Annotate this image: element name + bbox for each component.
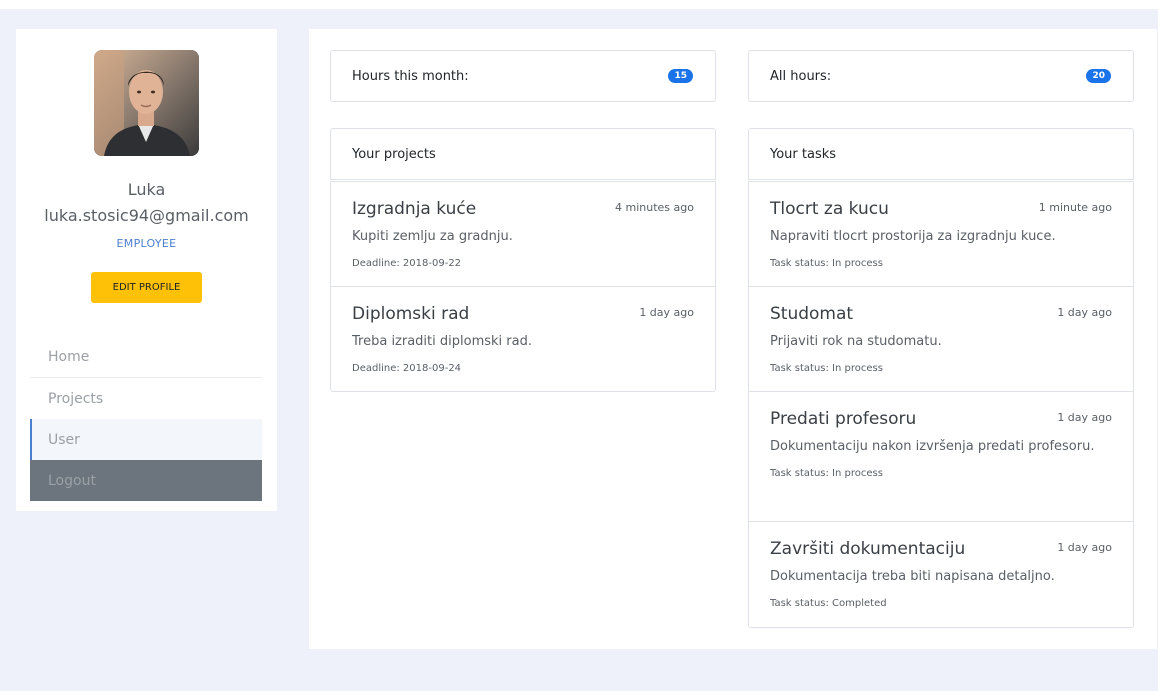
sidebar: Luka luka.stosic94@gmail.com EMPLOYEE ED… — [16, 29, 277, 511]
hours-this-month-badge: 15 — [668, 69, 693, 83]
task-status: Task status: In process — [770, 468, 883, 479]
user-role: EMPLOYEE — [116, 237, 177, 250]
task-status: Task status: In process — [770, 258, 883, 269]
sidebar-item-user[interactable]: User — [30, 419, 262, 460]
edit-profile-button[interactable]: EDIT PROFILE — [91, 272, 202, 303]
project-item[interactable]: Diplomski rad 1 day ago Treba izraditi d… — [330, 287, 716, 392]
top-strip — [0, 0, 1158, 9]
task-description: Dokumentacija treba biti napisana detalj… — [770, 569, 1055, 584]
user-email: luka.stosic94@gmail.com — [44, 206, 249, 225]
sidebar-nav: Home Projects User Logout — [30, 337, 262, 501]
all-hours-card: All hours: 20 — [748, 50, 1134, 102]
projects-panel: Your projects Izgradnja kuće 4 minutes a… — [330, 128, 716, 392]
main-content: Hours this month: 15 All hours: 20 Your … — [309, 29, 1157, 649]
task-time: 1 minute ago — [1038, 201, 1112, 214]
task-item[interactable]: Predati profesoru 1 day ago Dokumentacij… — [748, 392, 1134, 522]
project-description: Treba izraditi diplomski rad. — [352, 334, 532, 349]
task-status: Task status: Completed — [770, 598, 887, 609]
task-item[interactable]: Tlocrt za kucu 1 minute ago Napraviti tl… — [748, 181, 1134, 287]
task-time: 1 day ago — [1057, 411, 1112, 424]
task-time: 1 day ago — [1057, 541, 1112, 554]
task-description: Prijaviti rok na studomatu. — [770, 334, 942, 349]
all-hours-label: All hours: — [770, 68, 832, 84]
hours-this-month-label: Hours this month: — [352, 68, 469, 84]
task-description: Napraviti tlocrt prostorija za izgradnju… — [770, 229, 1056, 244]
task-item[interactable]: Završiti dokumentaciju 1 day ago Dokumen… — [748, 522, 1134, 628]
tasks-header: Your tasks — [748, 128, 1134, 180]
project-item[interactable]: Izgradnja kuće 4 minutes ago Kupiti zeml… — [330, 181, 716, 287]
task-time: 1 day ago — [1057, 306, 1112, 319]
all-hours-badge: 20 — [1086, 69, 1111, 83]
user-name: Luka — [127, 180, 166, 199]
task-status: Task status: In process — [770, 363, 883, 374]
sidebar-item-projects[interactable]: Projects — [30, 378, 262, 419]
sidebar-item-home[interactable]: Home — [30, 337, 262, 378]
task-item[interactable]: Studomat 1 day ago Prijaviti rok na stud… — [748, 287, 1134, 392]
project-time: 4 minutes ago — [615, 201, 694, 214]
hours-this-month-card: Hours this month: 15 — [330, 50, 716, 102]
project-time: 1 day ago — [639, 306, 694, 319]
task-description: Dokumentaciju nakon izvršenja predati pr… — [770, 439, 1095, 454]
avatar — [94, 50, 199, 156]
projects-header: Your projects — [330, 128, 716, 180]
project-deadline: Deadline: 2018-09-24 — [352, 363, 462, 374]
project-description: Kupiti zemlju za gradnju. — [352, 229, 513, 244]
sidebar-item-logout[interactable]: Logout — [30, 460, 262, 501]
project-deadline: Deadline: 2018-09-22 — [352, 258, 462, 269]
tasks-panel: Your tasks Tlocrt za kucu 1 minute ago N… — [748, 128, 1134, 628]
